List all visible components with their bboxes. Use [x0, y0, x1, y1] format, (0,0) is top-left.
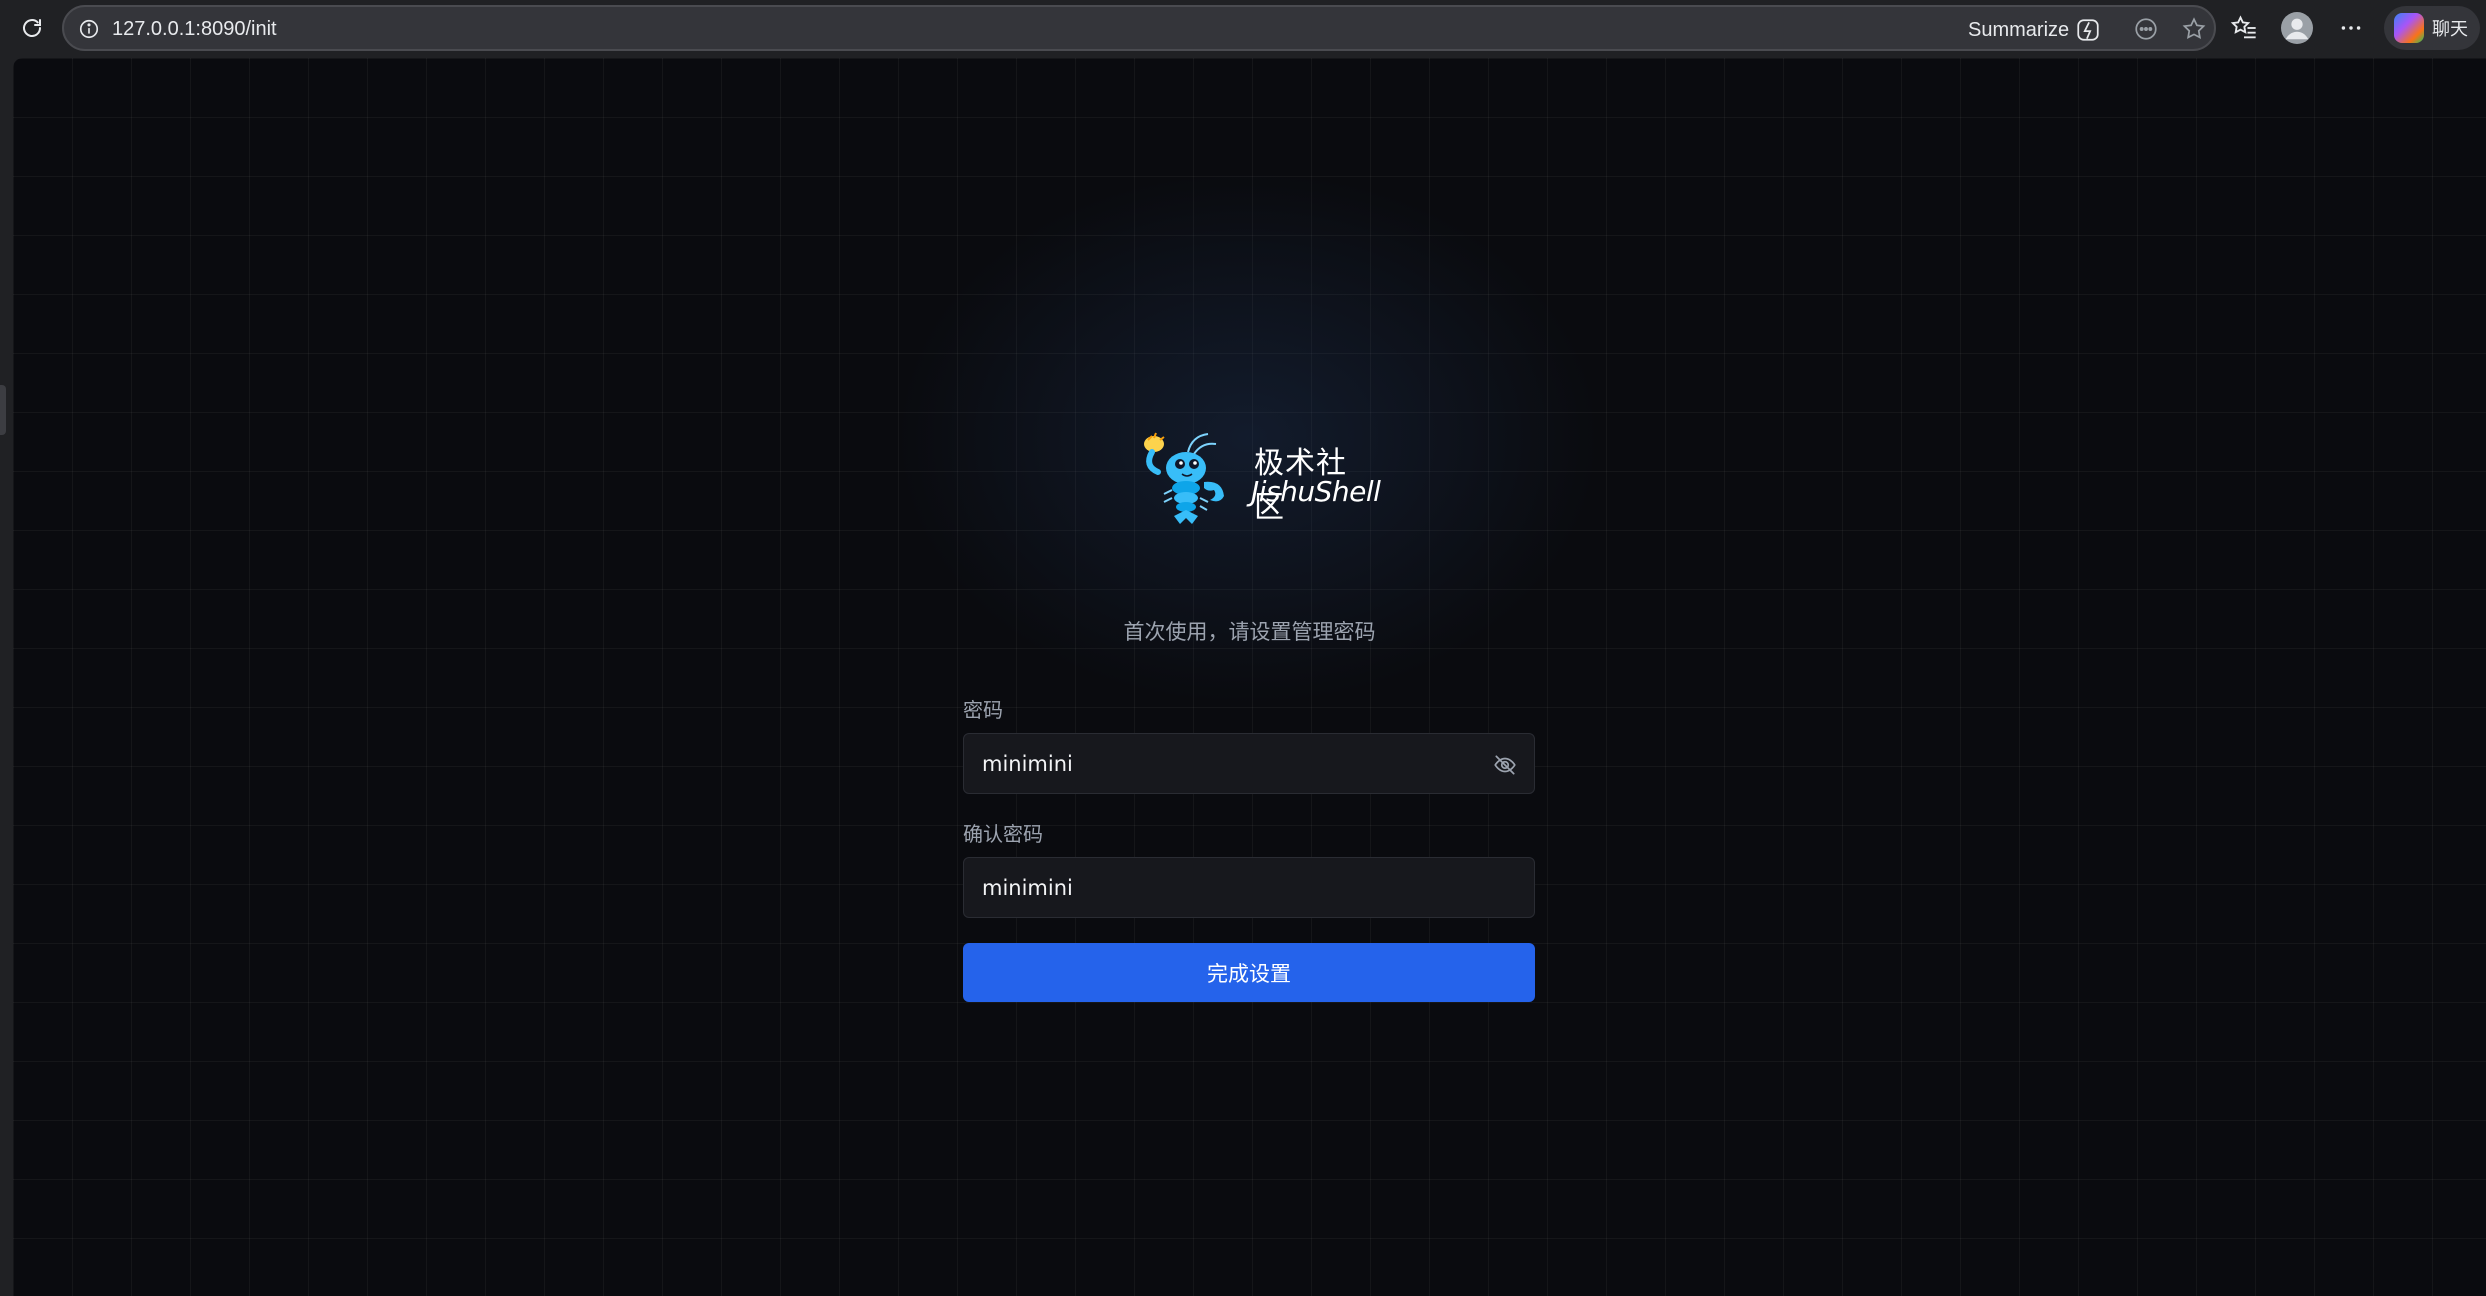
setup-subtitle: 首次使用，请设置管理密码 — [1123, 620, 1376, 644]
toggle-visibility-button[interactable] — [1490, 750, 1520, 780]
more-icon — [2341, 26, 2361, 30]
profile-avatar-icon — [2281, 12, 2313, 44]
complete-setup-button[interactable]: 完成设置 — [963, 943, 1535, 1002]
summarize-icon — [2077, 19, 2099, 41]
reload-button[interactable] — [16, 12, 48, 44]
lobster-mascot-icon — [1144, 432, 1224, 524]
password-label: 密码 — [963, 698, 1003, 722]
reading-mode-button[interactable] — [2130, 13, 2162, 45]
favorite-star-button[interactable] — [2178, 13, 2210, 45]
info-icon[interactable] — [76, 16, 102, 42]
summarize-button[interactable]: Summarize — [1968, 17, 2101, 43]
address-bar[interactable]: 127.0.0.1:8090/init Summarize — [62, 5, 2216, 51]
eye-off-icon — [1494, 755, 1516, 775]
sidebar-handle[interactable] — [0, 385, 6, 435]
reading-mode-icon — [2135, 18, 2157, 40]
reload-icon — [23, 19, 41, 37]
password-field[interactable] — [963, 733, 1535, 794]
favorite-star-icon — [2182, 17, 2206, 40]
copilot-chat-button[interactable]: 聊天 — [2384, 6, 2480, 50]
copilot-icon — [2394, 13, 2424, 43]
url-text[interactable]: 127.0.0.1:8090/init — [112, 18, 277, 41]
browser-toolbar: 127.0.0.1:8090/init Summarize 聊天 — [0, 0, 2486, 56]
confirm-password-field[interactable] — [963, 857, 1535, 918]
favorites-icon — [2230, 15, 2256, 39]
summarize-label: Summarize — [1968, 18, 2070, 41]
more-button[interactable] — [2335, 12, 2367, 44]
page-viewport: 极术社区 JishuShell 首次使用，请设置管理密码 密码 确认密码 完成设… — [13, 58, 2486, 1296]
brand-logo: 极术社区 JishuShell — [1136, 430, 1381, 526]
confirm-password-label: 确认密码 — [963, 822, 1043, 846]
favorites-button[interactable] — [2228, 12, 2260, 44]
confirm-password-input[interactable] — [964, 858, 1534, 917]
password-input[interactable] — [964, 734, 1534, 793]
profile-button[interactable] — [2281, 12, 2313, 44]
copilot-label: 聊天 — [2432, 19, 2468, 40]
brand-name-en: JishuShell — [1251, 475, 1381, 508]
